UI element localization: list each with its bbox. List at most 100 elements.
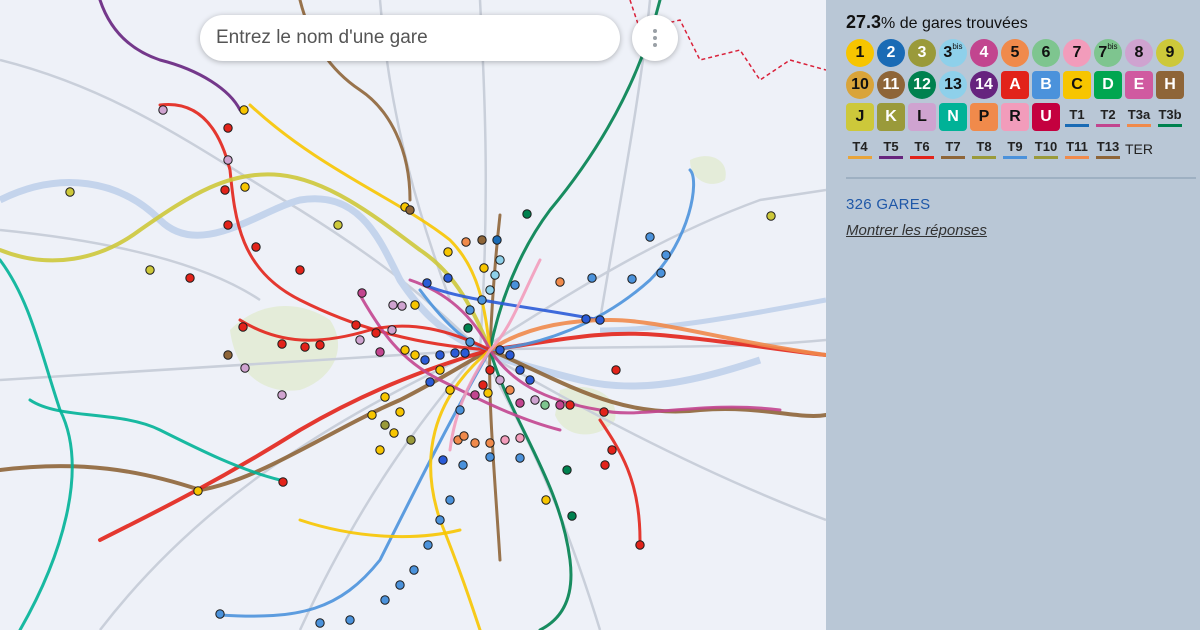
line-badge-7[interactable]: 7	[1063, 38, 1091, 67]
line-badge-t3a[interactable]: T3a	[1125, 103, 1153, 131]
line-badge-3-bis[interactable]: 3 bis	[939, 38, 967, 67]
line-badge-k[interactable]: K	[877, 102, 905, 131]
station-dot	[389, 428, 399, 438]
line-badge-t13[interactable]: T13	[1094, 135, 1122, 163]
line-badge-e[interactable]: E	[1125, 70, 1153, 99]
line-badge-label: A	[1009, 75, 1021, 93]
line-badge-1[interactable]: 1	[846, 38, 874, 67]
line-badge-label: J	[855, 107, 865, 125]
map-canvas[interactable]	[0, 0, 826, 630]
line-badge-label: 11	[882, 75, 900, 93]
line-badge-t1[interactable]: T1	[1063, 103, 1091, 131]
station-dot	[277, 390, 287, 400]
station-dot	[409, 565, 419, 575]
station-dot	[315, 340, 325, 350]
line-badge-label: T9	[1007, 138, 1023, 154]
menu-button[interactable]	[632, 15, 678, 61]
line-badge-j[interactable]: J	[846, 102, 874, 131]
line-badge-t5[interactable]: T5	[877, 135, 905, 163]
line-badge-13[interactable]: 13	[939, 70, 967, 99]
line-badge-r[interactable]: R	[1001, 102, 1029, 131]
station-dot	[661, 250, 671, 260]
line-badge-d[interactable]: D	[1094, 70, 1122, 99]
station-dot	[607, 445, 617, 455]
station-dot	[465, 305, 475, 315]
station-dot	[397, 301, 407, 311]
station-dot	[541, 495, 551, 505]
transit-line	[488, 213, 502, 562]
station-dot	[300, 342, 310, 352]
station-dot	[387, 325, 397, 335]
line-badge-ter[interactable]: TER	[1125, 135, 1153, 163]
station-dot	[380, 595, 390, 605]
line-badge-p[interactable]: P	[970, 102, 998, 131]
line-row: 10 11 12 13 14 A B C D E H	[846, 70, 1196, 99]
line-color-bar	[879, 155, 903, 159]
station-dot	[766, 211, 776, 221]
line-badge-label: T3b	[1158, 106, 1182, 122]
line-badge-t2[interactable]: T2	[1094, 103, 1122, 131]
station-dot	[515, 433, 525, 443]
line-badge-t3b[interactable]: T3b	[1156, 103, 1184, 131]
station-search-input[interactable]	[200, 15, 620, 61]
line-badge-t6[interactable]: T6	[908, 135, 936, 163]
transit-line	[0, 258, 74, 630]
line-badge-b[interactable]: B	[1032, 70, 1060, 99]
line-badge-n[interactable]: N	[939, 102, 967, 131]
line-badge-t7[interactable]: T7	[939, 135, 967, 163]
station-dot	[443, 273, 453, 283]
line-badge-11[interactable]: 11	[877, 70, 905, 99]
station-dot	[515, 453, 525, 463]
show-answers-link[interactable]: Montrer les réponses	[846, 222, 987, 239]
station-dot	[395, 580, 405, 590]
line-badge-label: 7	[1098, 43, 1108, 61]
station-dot	[367, 410, 377, 420]
metro-map[interactable]	[0, 0, 826, 630]
line-badge-label: B	[1040, 75, 1052, 93]
line-badge-label: 2	[886, 43, 896, 61]
line-badge-7-bis[interactable]: 7 bis	[1094, 38, 1122, 67]
station-dot	[251, 242, 261, 252]
transit-line	[429, 348, 492, 630]
line-color-bar	[1127, 123, 1151, 127]
line-badge-label: T11	[1066, 138, 1088, 154]
line-badge-label: C	[1071, 75, 1083, 93]
park-area	[690, 156, 726, 184]
station-dot	[223, 350, 233, 360]
line-badge-l[interactable]: L	[908, 102, 936, 131]
line-badge-t10[interactable]: T10	[1032, 135, 1060, 163]
line-badge-t8[interactable]: T8	[970, 135, 998, 163]
line-badge-4[interactable]: 4	[970, 38, 998, 67]
line-badge-c[interactable]: C	[1063, 70, 1091, 99]
line-color-bar	[1034, 155, 1058, 159]
line-badge-h[interactable]: H	[1156, 70, 1184, 99]
line-badge-3[interactable]: 3	[908, 38, 936, 67]
line-badge-6[interactable]: 6	[1032, 38, 1060, 67]
station-dot	[495, 375, 505, 385]
station-dot	[463, 323, 473, 333]
station-dot	[540, 400, 550, 410]
station-dot	[435, 350, 445, 360]
line-badge-label: T1	[1069, 106, 1085, 122]
line-badge-12[interactable]: 12	[908, 70, 936, 99]
line-badge-t9[interactable]: T9	[1001, 135, 1029, 163]
road	[99, 348, 481, 630]
station-dot	[220, 185, 230, 195]
line-badge-label: 9	[1165, 43, 1175, 61]
line-badge-5[interactable]: 5	[1001, 38, 1029, 67]
line-row: T4 T5 T6 T7 T8 T9 T10 T11 T13 TER	[846, 134, 1196, 163]
line-badge-14[interactable]: 14	[970, 70, 998, 99]
line-badge-t11[interactable]: T11	[1063, 135, 1091, 163]
side-panel: 27.3% de gares trouvées 1 2 3 3 bis 4 5 6 7 7 bis 8…	[826, 0, 1200, 630]
line-badge-u[interactable]: U	[1032, 102, 1060, 131]
line-badge-10[interactable]: 10	[846, 70, 874, 99]
station-dot	[595, 315, 605, 325]
line-badge-label: N	[947, 107, 959, 125]
line-badge-2[interactable]: 2	[877, 38, 905, 67]
line-badge-8[interactable]: 8	[1125, 38, 1153, 67]
line-badge-9[interactable]: 9	[1156, 38, 1184, 67]
station-dot	[223, 123, 233, 133]
line-badge-a[interactable]: A	[1001, 70, 1029, 99]
station-dot	[505, 350, 515, 360]
line-badge-t4[interactable]: T4	[846, 135, 874, 163]
